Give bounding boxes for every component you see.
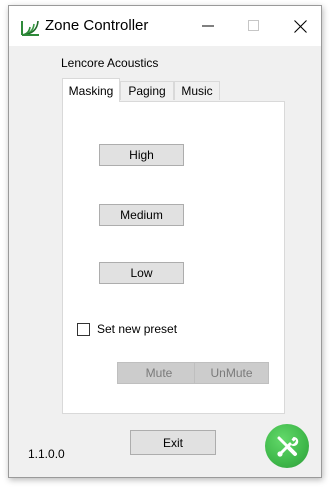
low-button[interactable]: Low xyxy=(99,262,184,284)
company-label: Lencore Acoustics xyxy=(61,56,159,70)
window-title: Zone Controller xyxy=(45,17,149,34)
zone-controller-window: Zone Controller Lencore Acoustics Maskin… xyxy=(8,5,322,478)
minimize-icon xyxy=(202,25,214,27)
tab-paging[interactable]: Paging xyxy=(120,81,174,100)
maximize-button[interactable] xyxy=(231,6,277,46)
masking-panel: High Medium Low Set new preset Mute UnMu… xyxy=(62,101,285,414)
close-icon xyxy=(293,19,307,33)
set-new-preset-checkbox[interactable] xyxy=(77,322,90,336)
maximize-icon xyxy=(248,20,259,31)
minimize-button[interactable] xyxy=(185,6,231,46)
lencore-logo-icon xyxy=(20,19,40,37)
settings-button[interactable] xyxy=(265,424,309,468)
set-new-preset-label: Set new preset xyxy=(97,322,178,336)
set-new-preset-row[interactable]: Set new preset xyxy=(77,321,177,337)
unmute-button[interactable]: UnMute xyxy=(194,362,269,384)
title-bar[interactable]: Zone Controller xyxy=(9,6,321,46)
exit-button[interactable]: Exit xyxy=(130,430,216,455)
medium-button[interactable]: Medium xyxy=(99,204,184,226)
tab-music[interactable]: Music xyxy=(174,81,220,100)
version-label: 1.1.0.0 xyxy=(28,447,65,461)
high-button[interactable]: High xyxy=(99,144,184,166)
wrench-screwdriver-icon xyxy=(277,436,299,457)
tab-masking[interactable]: Masking xyxy=(62,78,120,102)
close-button[interactable] xyxy=(277,6,323,46)
mute-button[interactable]: Mute xyxy=(117,362,201,384)
